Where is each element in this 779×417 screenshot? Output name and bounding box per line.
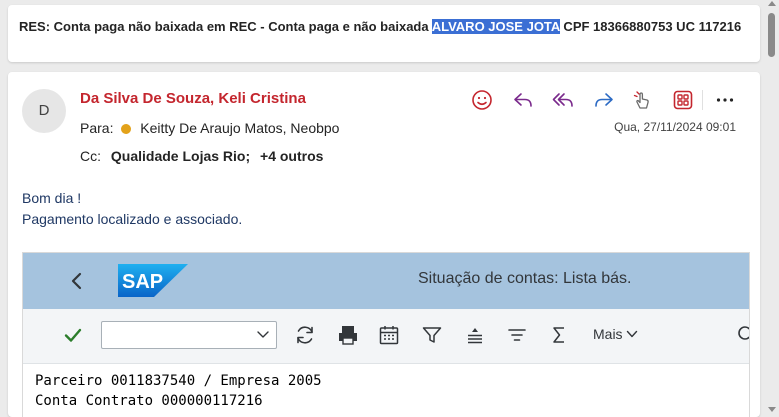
- subject-card: RES: Conta paga não baixada em REC - Con…: [8, 5, 760, 62]
- message-card: D Da Silva De Souza, Keli Cristina Para:…: [8, 72, 760, 417]
- message-body: Bom dia ! Pagamento localizado e associa…: [22, 188, 242, 230]
- sap-content-line: Parceiro 0011837540 / Empresa 2005: [35, 373, 322, 389]
- presence-away-icon: [121, 124, 132, 134]
- sap-content: Parceiro 0011837540 / Empresa 2005 Conta…: [35, 371, 322, 411]
- reply-icon[interactable]: [511, 88, 535, 112]
- apps-icon[interactable]: [671, 88, 695, 112]
- sap-logo: SAP: [118, 264, 188, 297]
- more-menu: Mais: [593, 326, 638, 342]
- more-label: Mais: [593, 326, 623, 342]
- sent-date: Qua, 27/11/2024 09:01: [614, 120, 736, 134]
- scrollbar-track[interactable]: [766, 0, 779, 415]
- sender-name[interactable]: Da Silva De Souza, Keli Cristina: [80, 90, 306, 107]
- cc-more-link[interactable]: +4 outros: [260, 148, 323, 164]
- to-label: Para:: [80, 120, 114, 136]
- forward-icon[interactable]: [592, 88, 616, 112]
- search-icon: [738, 326, 749, 340]
- avatar[interactable]: D: [22, 89, 66, 133]
- body-line: Bom dia !: [22, 190, 82, 206]
- to-recipient[interactable]: Keitty De Araujo Matos, Neobpo: [140, 120, 339, 136]
- sap-header: SAP Situação de contas: Lista bás.: [23, 253, 749, 309]
- subject-text-end: CPF 18366880753 UC 117216: [559, 19, 742, 34]
- cc-recipient[interactable]: Qualidade Lojas Rio;: [111, 148, 250, 164]
- email-subject: RES: Conta paga não baixada em REC - Con…: [19, 17, 749, 36]
- back-arrow-icon: [71, 272, 82, 290]
- more-icon[interactable]: [713, 88, 737, 112]
- chevron-down-icon: [627, 330, 638, 338]
- printer-icon: [339, 326, 357, 345]
- subject-text-start: RES: Conta paga não baixada em REC - Con…: [19, 19, 432, 34]
- smiley-icon[interactable]: [470, 88, 494, 112]
- filter-icon: [422, 327, 442, 343]
- chevron-down-icon: [257, 331, 269, 338]
- sap-toolbar: Mais: [23, 309, 749, 364]
- check-icon: [64, 328, 82, 342]
- cc-label: Cc:: [80, 148, 101, 164]
- calendar-icon: [379, 326, 399, 345]
- body-line: Pagamento localizado e associado.: [22, 211, 243, 227]
- action-divider: [702, 90, 703, 110]
- scroll-up-arrow-icon[interactable]: [768, 1, 776, 6]
- sap-content-line: Conta Contrato 000000117216: [35, 393, 263, 409]
- sap-screenshot: SAP Situação de contas: Lista bás. Mais …: [22, 252, 750, 417]
- sap-logo-text: SAP: [122, 271, 163, 293]
- command-field: [101, 321, 277, 349]
- sap-title: Situação de contas: Lista bás.: [418, 270, 632, 287]
- scroll-down-arrow-icon[interactable]: [768, 407, 776, 412]
- cc-row: Cc: Qualidade Lojas Rio; +4 outros: [80, 148, 323, 164]
- touch-icon[interactable]: [630, 88, 654, 112]
- refresh-icon: [297, 326, 313, 344]
- menu-icon: [508, 329, 526, 341]
- reply-all-icon[interactable]: [551, 88, 575, 112]
- align-icon: [468, 328, 482, 344]
- sum-icon: [553, 327, 564, 343]
- scrollbar-thumb[interactable]: [768, 13, 775, 57]
- subject-highlight[interactable]: ALVARO JOSE JOTA: [431, 19, 560, 34]
- to-row: Para: Keitty De Araujo Matos, Neobpo: [80, 120, 339, 136]
